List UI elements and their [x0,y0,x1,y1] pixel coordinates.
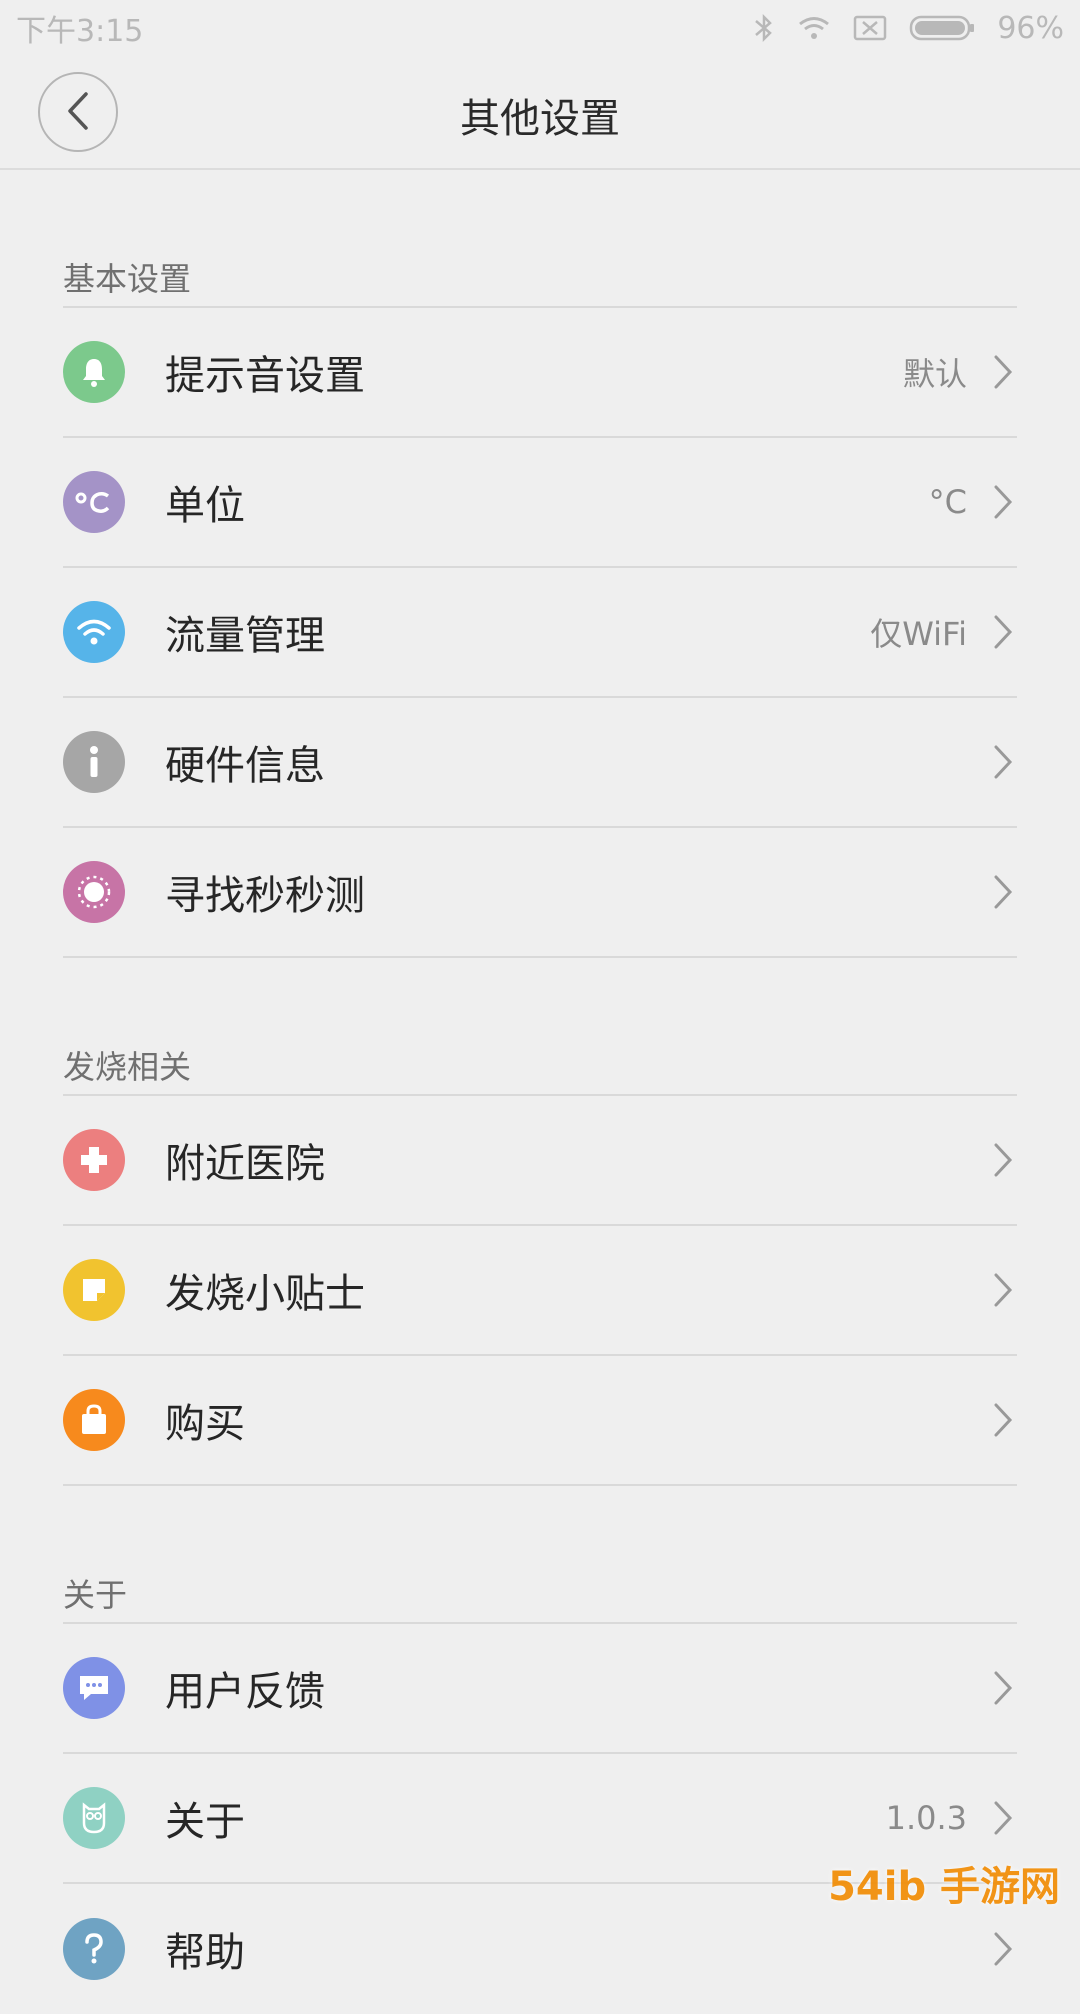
status-time: 下午3:15 [16,14,144,49]
no-sim-icon [853,14,887,42]
battery-level: 96% [997,10,1064,46]
celsius-icon [63,471,125,533]
row-sound-settings[interactable]: 提示音设置 默认 [63,308,1017,438]
row-label: 用户反馈 [165,1669,325,1715]
row-label: 流量管理 [165,613,325,659]
row-hardware-info[interactable]: 硬件信息 [63,698,1017,828]
row-value: 1.0.3 [885,1799,967,1837]
page-title: 其他设置 [460,96,620,142]
chevron-right-icon [989,352,1017,392]
row-nearby-hospitals[interactable]: 附近医院 [63,1096,1017,1226]
chevron-right-icon [989,872,1017,912]
battery-icon [909,14,975,42]
chevron-right-icon [989,1140,1017,1180]
find-device-icon [63,861,125,923]
row-purchase[interactable]: 购买 [63,1356,1017,1486]
info-icon [63,731,125,793]
section-basic: 基本设置 提示音设置 默认 单位 °C 流量管理 仅WiFi 硬件信息 寻找秒秒… [63,248,1017,958]
row-value: °C [928,483,967,521]
wifi-status-icon [797,15,831,41]
row-label: 寻找秒秒测 [165,873,365,919]
row-label: 帮助 [165,1930,245,1976]
section-title: 关于 [63,1564,1017,1624]
section-title: 发烧相关 [63,1036,1017,1096]
status-bar: 下午3:15 96% [0,0,1080,56]
bell-icon [63,341,125,403]
status-icons: 96% [753,11,1064,46]
header: 其他设置 [0,56,1080,170]
chevron-right-icon [989,742,1017,782]
help-icon [63,1918,125,1980]
chevron-right-icon [989,1929,1017,1969]
chevron-right-icon [989,1400,1017,1440]
wifi-icon [63,601,125,663]
chevron-right-icon [989,482,1017,522]
shopping-bag-icon [63,1389,125,1451]
row-data-usage[interactable]: 流量管理 仅WiFi [63,568,1017,698]
row-value: 默认 [902,355,967,393]
row-label: 关于 [165,1799,245,1845]
row-feedback[interactable]: 用户反馈 [63,1624,1017,1754]
section-fever: 发烧相关 附近医院 发烧小贴士 购买 [63,1036,1017,1486]
row-label: 提示音设置 [165,353,365,399]
row-label: 发烧小贴士 [165,1271,365,1317]
chevron-right-icon [989,612,1017,652]
chevron-right-icon [989,1270,1017,1310]
site-watermark: 54ib 手游网 [828,1864,1060,1910]
row-find-device[interactable]: 寻找秒秒测 [63,828,1017,958]
section-title: 基本设置 [63,248,1017,308]
row-label: 单位 [165,483,245,529]
row-fever-tips[interactable]: 发烧小贴士 [63,1226,1017,1356]
row-label: 硬件信息 [165,743,325,789]
chevron-right-icon [989,1798,1017,1838]
section-about: 关于 用户反馈 关于 1.0.3 帮助 [63,1564,1017,2014]
row-unit[interactable]: 单位 °C [63,438,1017,568]
row-label: 附近医院 [165,1141,325,1187]
settings-list: 基本设置 提示音设置 默认 单位 °C 流量管理 仅WiFi 硬件信息 寻找秒秒… [0,170,1080,2014]
owl-icon [63,1787,125,1849]
hospital-cross-icon [63,1129,125,1191]
sticky-note-icon [63,1259,125,1321]
row-value: 仅WiFi [870,615,967,653]
bluetooth-icon [753,13,775,43]
chat-bubble-icon [63,1657,125,1719]
row-label: 购买 [165,1401,245,1447]
chevron-right-icon [989,1668,1017,1708]
